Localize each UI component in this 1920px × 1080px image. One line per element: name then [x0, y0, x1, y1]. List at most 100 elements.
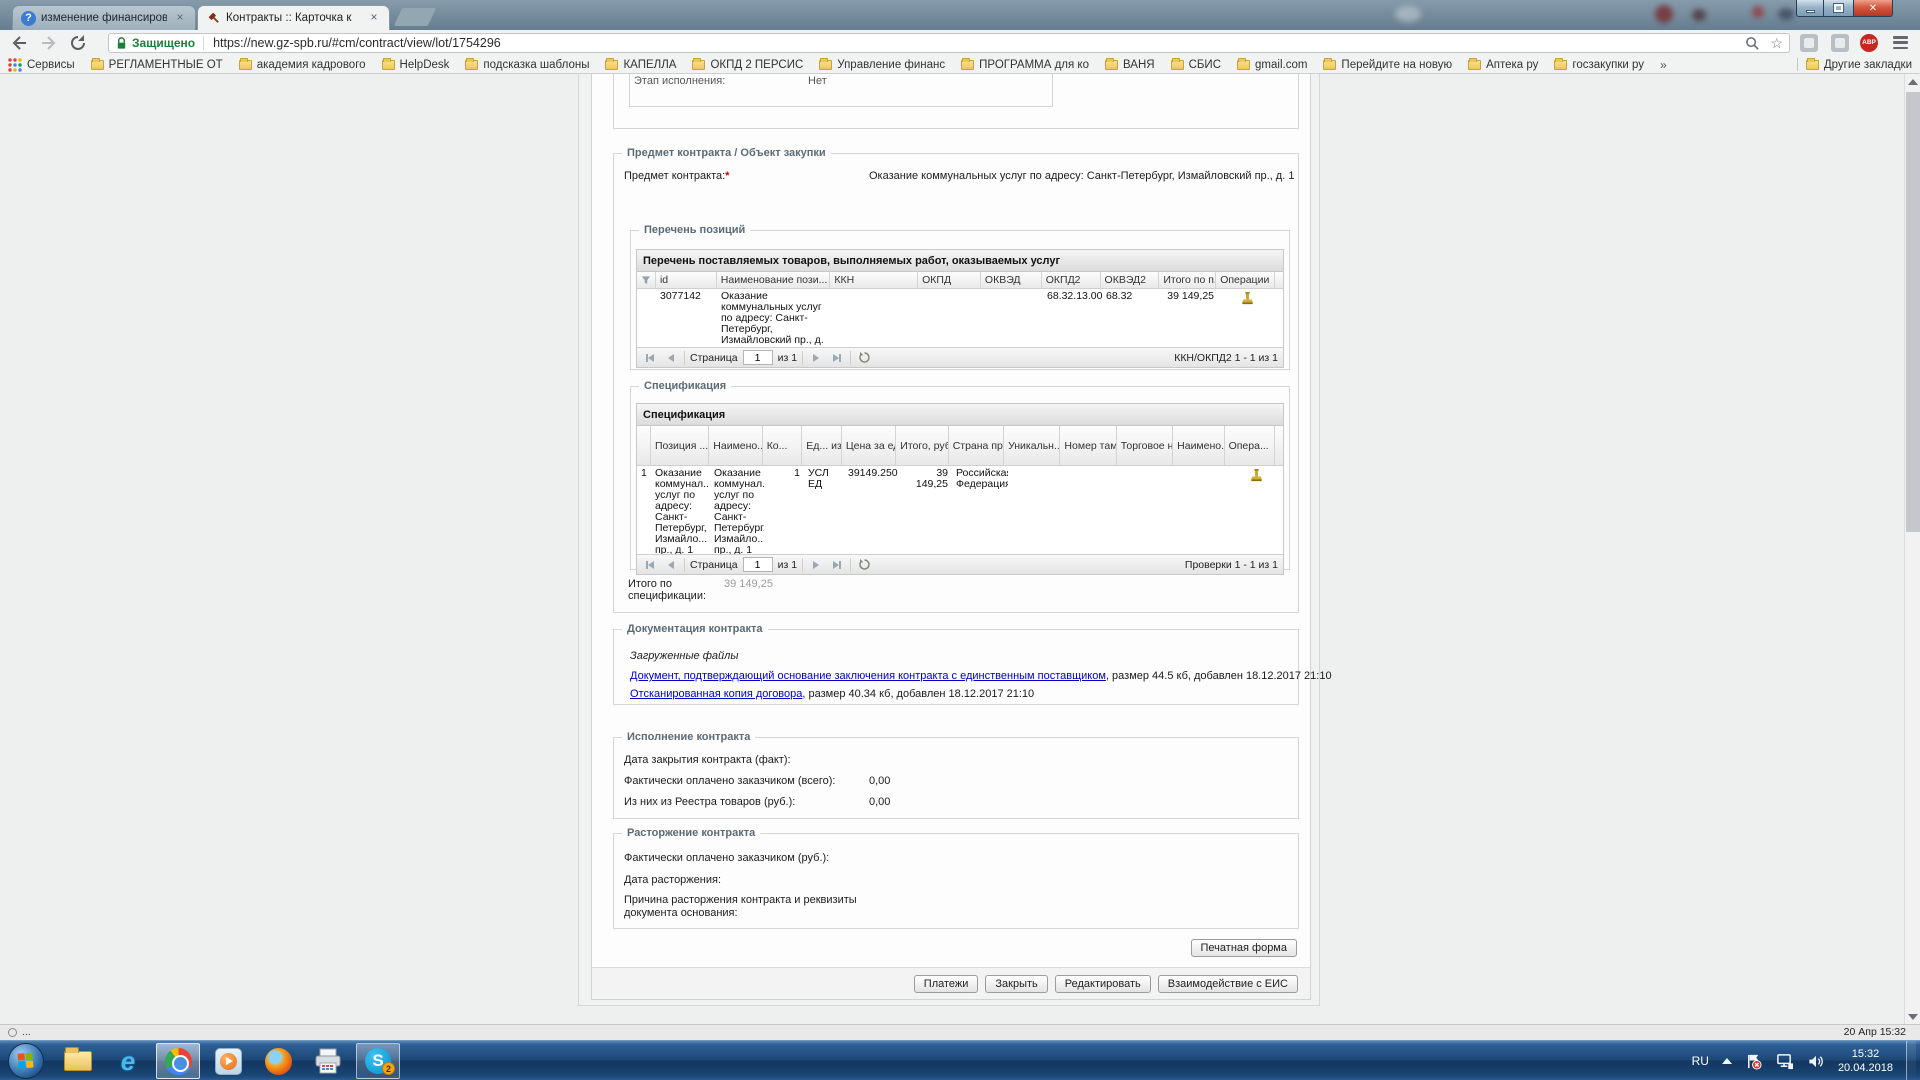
language-indicator[interactable]: RU — [1692, 1054, 1709, 1068]
page-scrollbar[interactable] — [1904, 74, 1920, 1024]
taskbar-explorer-button[interactable] — [56, 1043, 100, 1079]
stamp-icon[interactable] — [1249, 468, 1264, 483]
column-header[interactable]: ОКПД — [918, 272, 981, 288]
close-button[interactable]: Закрыть — [985, 975, 1047, 993]
first-page-icon[interactable] — [642, 557, 658, 573]
scroll-down-icon[interactable] — [1907, 1011, 1918, 1022]
window-minimize-button[interactable] — [1796, 0, 1824, 17]
bookmark-apps[interactable]: Сервисы — [8, 58, 75, 72]
tab-contracts-card[interactable]: Контракты :: Карточка к × — [197, 5, 390, 30]
filter-column-header[interactable] — [637, 272, 656, 288]
column-header[interactable]: Итого, руб. — [896, 426, 948, 465]
tab-close-icon[interactable]: × — [367, 11, 381, 25]
taskbar-printer-button[interactable] — [306, 1043, 350, 1079]
bookmark-item[interactable]: ВАНЯ — [1105, 59, 1155, 71]
column-header[interactable]: Опера... — [1225, 426, 1275, 465]
url-text[interactable]: https://new.gz-spb.ru/#cm/contract/view/… — [213, 36, 1745, 50]
network-icon[interactable] — [1775, 1053, 1794, 1070]
eis-interaction-button[interactable]: Взаимодействие с ЕИС — [1158, 975, 1298, 993]
column-header[interactable]: Страна происхож... товара — [949, 426, 1004, 465]
browser-menu-icon[interactable] — [1893, 36, 1908, 49]
taskbar-chrome-button[interactable] — [156, 1043, 200, 1079]
last-page-icon[interactable] — [829, 557, 845, 573]
bookmarks-overflow-chevron[interactable]: » — [1660, 58, 1667, 72]
show-desktop-button[interactable] — [1906, 1041, 1916, 1080]
refresh-icon[interactable] — [856, 350, 872, 366]
taskbar-skype-button[interactable]: S 2 — [356, 1043, 400, 1079]
column-header[interactable]: Ед... из... — [802, 426, 842, 465]
column-header[interactable]: Наименование пози... — [717, 272, 831, 288]
other-bookmarks-button[interactable]: Другие закладки — [1806, 59, 1912, 71]
bookmark-item[interactable]: подсказка шаблоны — [465, 59, 589, 71]
bookmark-item[interactable]: Перейдите на новую — [1323, 59, 1452, 71]
extension-icon[interactable] — [1831, 34, 1849, 52]
refresh-icon[interactable] — [856, 557, 872, 573]
table-row[interactable]: 3077142 Оказание коммунальных услуг по а… — [637, 289, 1283, 347]
column-header[interactable]: Операции — [1216, 272, 1275, 288]
file-link[interactable]: Документ, подтверждающий основание заклю… — [630, 670, 1106, 682]
column-header[interactable]: Уникальн... идентиф... работы у... — [1004, 426, 1060, 465]
bookmark-item[interactable]: Аптека ру — [1468, 59, 1538, 71]
next-page-icon[interactable] — [808, 557, 824, 573]
column-header[interactable]: Ко... — [763, 426, 803, 465]
address-bar[interactable]: Защищено https://new.gz-spb.ru/#cm/contr… — [108, 33, 1790, 53]
payments-button[interactable]: Платежи — [914, 975, 979, 993]
bookmark-item[interactable]: ПРОГРАММА для ко — [961, 59, 1089, 71]
volume-icon[interactable] — [1807, 1053, 1825, 1070]
page-number-input[interactable] — [743, 557, 773, 572]
column-header[interactable]: ККН — [830, 272, 918, 288]
taskbar-firefox-button[interactable] — [256, 1043, 300, 1079]
window-close-button[interactable]: ✕ — [1853, 0, 1893, 17]
next-page-icon[interactable] — [808, 350, 824, 366]
window-maximize-button[interactable] — [1824, 0, 1853, 17]
bookmark-item[interactable]: госзакупки ру — [1554, 59, 1644, 71]
table-row[interactable]: 1 Оказание коммунал... услуг по адресу: … — [637, 466, 1283, 554]
taskbar-ie-button[interactable]: e — [106, 1043, 150, 1079]
new-tab-button[interactable] — [394, 8, 436, 26]
column-header[interactable]: Наимено... — [709, 426, 762, 465]
bookmark-item[interactable]: HelpDesk — [382, 59, 450, 71]
column-header[interactable]: Наимено... упаковки — [1173, 426, 1224, 465]
column-header[interactable]: ОКВЭД — [981, 272, 1042, 288]
prev-page-icon[interactable] — [663, 350, 679, 366]
windows-start-button[interactable] — [8, 1043, 44, 1079]
bookmark-item[interactable]: СБИС — [1171, 59, 1221, 71]
first-page-icon[interactable] — [642, 350, 658, 366]
forward-icon[interactable] — [38, 33, 58, 53]
stamp-icon[interactable] — [1240, 291, 1255, 306]
bookmark-star-icon[interactable]: ☆ — [1770, 36, 1783, 50]
search-icon[interactable] — [1745, 36, 1760, 51]
extension-icon[interactable] — [1800, 34, 1818, 52]
taskbar-media-player-button[interactable] — [206, 1043, 250, 1079]
column-header[interactable]: ОКВЭД2 — [1101, 272, 1160, 288]
bookmark-item[interactable]: gmail.com — [1237, 59, 1307, 71]
action-center-flag-icon[interactable] — [1745, 1053, 1762, 1070]
prev-page-icon[interactable] — [663, 557, 679, 573]
print-form-button[interactable]: Печатная форма — [1191, 939, 1297, 957]
column-header[interactable]: Номер таможен... декларац... — [1060, 426, 1116, 465]
scroll-up-icon[interactable] — [1907, 76, 1918, 87]
edit-button[interactable]: Редактировать — [1055, 975, 1151, 993]
column-header[interactable]: id — [656, 272, 717, 288]
page-number-input[interactable] — [743, 350, 773, 365]
column-header[interactable]: Торговое наимено... — [1117, 426, 1173, 465]
scrollbar-thumb[interactable] — [1906, 92, 1920, 532]
column-header[interactable]: Цена за едини... — [842, 426, 896, 465]
bookmark-item[interactable]: КАПЕЛЛА — [605, 59, 676, 71]
last-page-icon[interactable] — [829, 350, 845, 366]
taskbar-clock[interactable]: 15:32 20.04.2018 — [1838, 1047, 1893, 1075]
bookmark-item[interactable]: ОКПД 2 ПЕРСИС — [692, 59, 803, 71]
extension-avr-icon[interactable]: АВР — [1860, 34, 1878, 52]
tray-expand-icon[interactable] — [1722, 1058, 1732, 1064]
bookmark-item[interactable]: Управление финанс — [819, 59, 945, 71]
column-header[interactable]: Позиция ... — [651, 426, 709, 465]
reload-icon[interactable] — [68, 33, 88, 53]
tab-close-icon[interactable]: × — [173, 11, 187, 25]
file-link[interactable]: Отсканированная копия договора — [630, 688, 802, 700]
column-header[interactable]: ОКПД2 — [1042, 272, 1101, 288]
bookmark-item[interactable]: академия кадрового — [239, 59, 366, 71]
back-icon[interactable] — [10, 33, 30, 53]
tab-change-financing[interactable]: ? изменение финансиров × — [12, 5, 196, 30]
column-header[interactable]: Итого по п... — [1159, 272, 1216, 288]
bookmark-item[interactable]: РЕГЛАМЕНТНЫЕ ОТ — [91, 59, 223, 71]
